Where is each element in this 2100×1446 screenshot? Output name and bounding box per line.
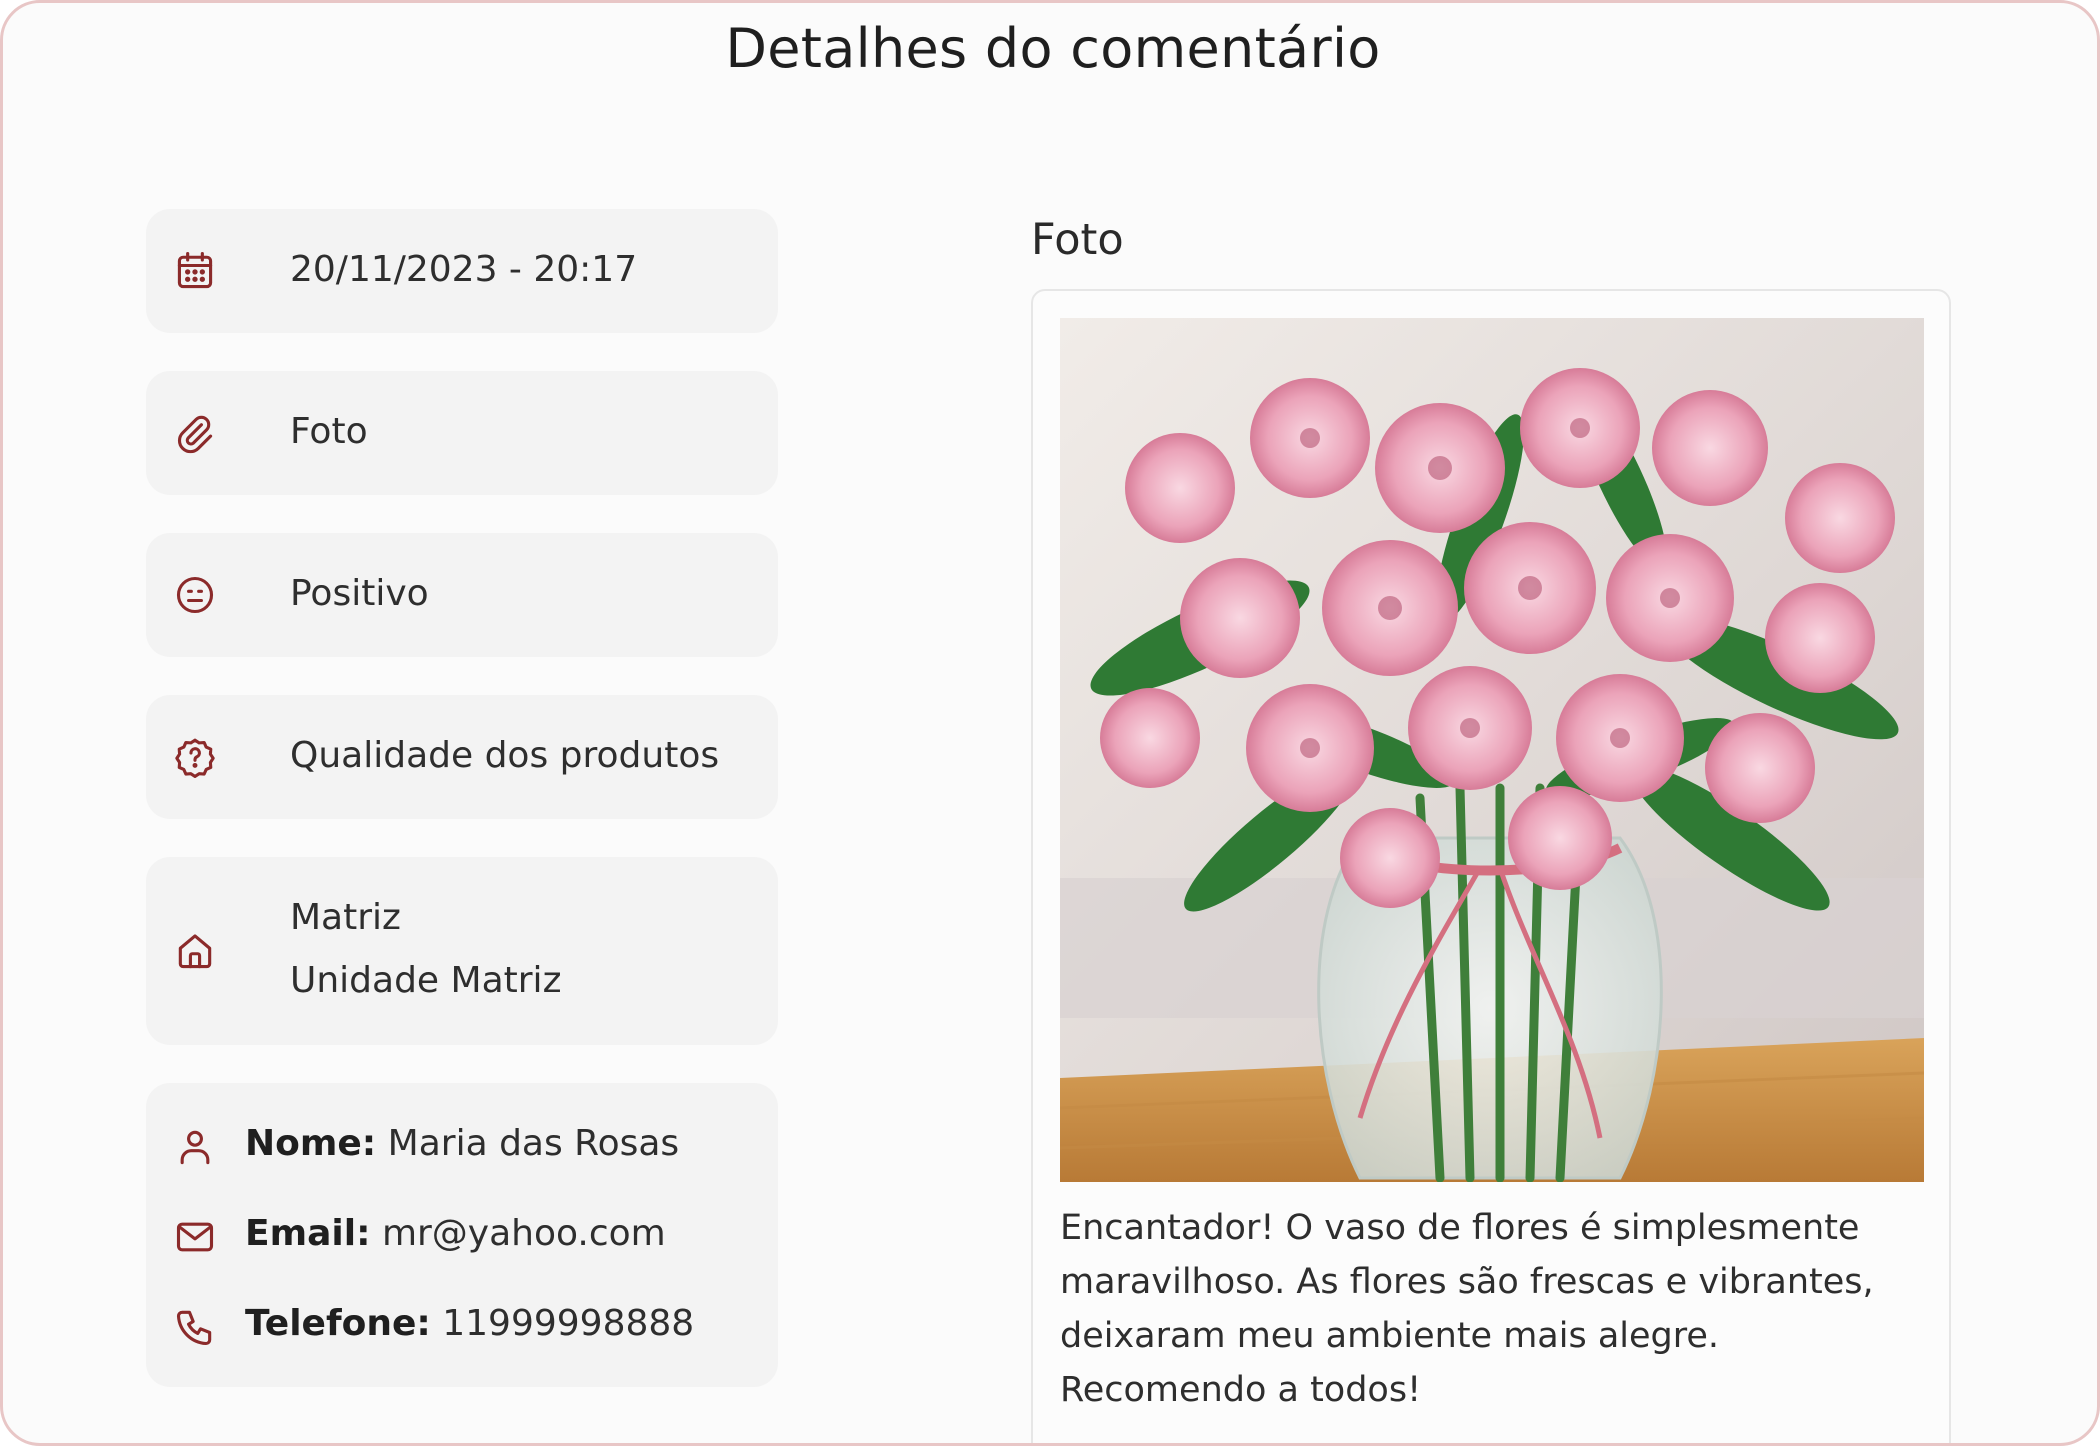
home-icon: [173, 929, 217, 973]
dialog-title: Detalhes do comentário: [725, 17, 1381, 80]
contact-card: Nome: Maria das Rosas Email: mr@yahoo.co…: [146, 1083, 778, 1387]
phone-label: Telefone:: [245, 1303, 431, 1344]
datetime-card: 20/11/2023 - 20:17: [146, 209, 778, 333]
phone-value: 11999998888: [442, 1303, 695, 1344]
email-label: Email:: [245, 1213, 371, 1254]
paperclip-icon: [173, 411, 217, 455]
name-label: Nome:: [245, 1123, 377, 1164]
contact-name-row: Nome: Maria das Rosas: [173, 1123, 763, 1171]
phone-icon: [173, 1305, 217, 1349]
datetime-value: 20/11/2023 - 20:17: [290, 249, 638, 290]
face-icon: [173, 573, 217, 617]
comment-details-dialog: Detalhes do comentário 20/11/2023 - 20:1…: [0, 0, 2100, 1446]
calendar-icon: [173, 249, 217, 293]
user-icon: [173, 1125, 217, 1169]
email-value: mr@yahoo.com: [381, 1213, 666, 1254]
unit-name: Matriz: [290, 897, 401, 938]
unit-card: Matriz Unidade Matriz: [146, 857, 778, 1045]
category-card: Qualidade dos produtos: [146, 695, 778, 819]
attachment-type: Foto: [290, 411, 368, 452]
contact-email-row: Email: mr@yahoo.com: [173, 1213, 763, 1261]
photo-card: Encantador! O vaso de flores é simplesme…: [1031, 289, 1951, 1443]
attachment-card: Foto: [146, 371, 778, 495]
photo-section-title: Foto: [1031, 215, 1124, 265]
name-value: Maria das Rosas: [387, 1123, 680, 1164]
question-badge-icon: [173, 735, 217, 779]
flower-vase-photo[interactable]: [1060, 318, 1924, 1182]
category-value: Qualidade dos produtos: [290, 735, 720, 776]
contact-phone-row: Telefone: 11999998888: [173, 1303, 763, 1351]
sentiment-card: Positivo: [146, 533, 778, 657]
comment-text: Encantador! O vaso de flores é simplesme…: [1060, 1208, 1874, 1410]
unit-description: Unidade Matriz: [290, 960, 562, 1001]
mail-icon: [173, 1215, 217, 1259]
sentiment-value: Positivo: [290, 573, 429, 614]
